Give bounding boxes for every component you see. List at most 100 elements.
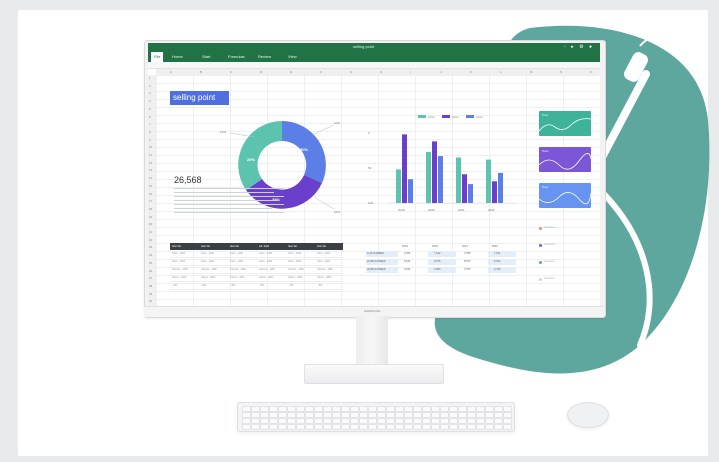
row-number[interactable]: 28 [149,284,152,288]
row-number[interactable]: 4 [149,99,151,103]
row-number[interactable]: 3 [149,91,151,95]
row-number[interactable]: 16 [149,192,152,196]
row-number[interactable]: 14 [149,176,152,180]
table-cell: Xxxxxx - 10% [230,268,246,271]
tab-home[interactable]: Home [172,54,183,59]
row-number[interactable]: 26 [149,269,152,273]
title-bar: selling point ◦ ▸ ⚙ ● [148,43,600,51]
table-cell: Xxxx - 10% [259,260,273,263]
keyboard-key [323,424,332,430]
table-row: Xxxxx - 10% Xxxxx - 10% Xxxxx - 10% Xxxx… [170,274,343,282]
row-number[interactable]: 5 [149,107,151,111]
table-cell: Xxxxx - 10% [201,276,216,279]
row-number[interactable]: 10 [149,145,152,149]
y-tick-label: 0 [368,131,370,135]
donut-callout: 10% [334,210,340,214]
keyboard-key [440,424,449,430]
donut-callout: 10% [220,130,226,134]
monitor-stand-neck [356,316,388,368]
tab-view[interactable]: View [288,54,297,59]
window-controls-icon[interactable]: ◦ ▸ ⚙ ● [564,44,594,50]
mini-card-blue: Xxxx [539,183,591,208]
keyboard-key [476,424,485,430]
table-cell: 8,975 [434,260,441,263]
keyboard [237,402,515,432]
donut-label: 30% [300,147,308,152]
text-line [174,200,278,202]
year-header: 2019 [402,245,408,248]
tab-review[interactable]: Review [258,54,271,59]
keyboard-key [404,424,413,430]
sheet-heading: selling point [170,91,229,105]
table-row-label: 1Q3 NUMBER [366,251,398,257]
row-number[interactable]: 24 [149,253,152,257]
keyboard-key [314,424,323,430]
row-number[interactable]: 1 [149,76,151,80]
table-cell: Xxxx - 10% [317,260,331,263]
table-cell: 7,542 [434,252,441,255]
table-row-label: 2Q4B NUMBER [366,259,398,265]
row-number[interactable]: 18 [149,207,152,211]
table-cell: Xxxxxx - 10% [201,268,217,271]
table-cell: 5,542 [494,260,501,263]
keyboard-key [260,424,269,430]
year-header: 2021 [462,245,468,248]
table-cell: Xxxx - 10% [230,260,244,263]
keyboard-key [350,424,359,430]
highlight-cell [488,259,516,265]
row-number[interactable]: 20 [149,222,152,226]
table-row-label: 3Q4B NUMBER [366,267,398,273]
row-number[interactable]: 15 [149,184,152,188]
screen: selling point ◦ ▸ ⚙ ● File Home Start Fo… [148,43,600,307]
row-number[interactable]: 12 [149,161,152,165]
keyboard-key [449,424,458,430]
row-number[interactable]: 25 [149,261,152,265]
table-cell: Xxxx - 10% [230,252,244,255]
tab-file[interactable]: File [151,52,164,62]
table-cell: 8,574 [464,260,471,263]
row-number[interactable]: 30 [149,299,152,303]
row-number[interactable]: 9 [149,138,151,142]
legend-swatch [466,115,474,118]
row-number[interactable]: 13 [149,168,152,172]
legend-swatch [418,115,426,118]
legend-label: Xxxx [476,115,483,119]
row-number[interactable]: 21 [149,230,152,234]
table-cell: - 7% [288,284,294,287]
row-number[interactable]: 19 [149,215,152,219]
mini-card-teal: Xxxx [539,111,591,136]
row-number[interactable]: 7 [149,122,151,126]
table-cell: Xxxxx - 10% [259,276,274,279]
row-number[interactable]: 29 [149,292,152,296]
stage: selling point ◦ ▸ ⚙ ● File Home Start Fo… [0,0,719,462]
bar [432,141,437,203]
table-cell: Xxxxxx - 10% [288,268,304,271]
legend-label: Xxxx [428,115,435,119]
table-cell: Xxxxxx - 10% [259,268,275,271]
keyboard-key [494,424,503,430]
row-label: 2Q4B NUMBER [367,260,386,263]
bar [396,169,401,203]
legend-swatch [442,115,450,118]
row-number[interactable]: 17 [149,199,152,203]
row-number[interactable]: 23 [149,245,152,249]
row-number[interactable]: 11 [149,153,152,157]
y-tick-label: 100 [368,201,373,205]
keyboard-key [467,424,476,430]
row-number[interactable]: 6 [149,115,151,119]
row-number[interactable]: 2 [149,84,151,88]
table-cell: - 5% [230,284,236,287]
table-cell: Xxxx - 10% [201,252,215,255]
tab-start[interactable]: Start [202,54,210,59]
row-number[interactable]: 22 [149,238,152,242]
y-tick-label: 50 [368,166,372,170]
table-header-cell: Item list [230,245,239,248]
tab-formulas[interactable]: Formulas [228,54,245,59]
table-row: Xxxxxx - 10% Xxxxxx - 10% Xxxxxx - 10% X… [170,266,343,274]
ribbon: File Home Start Formulas Review View [148,51,600,62]
row-number[interactable]: 8 [149,130,151,134]
formula-bar[interactable] [148,62,600,69]
row-number[interactable]: 27 [149,276,152,280]
table-cell: Xxxx - 10% [201,260,215,263]
table-cell: - 5% [172,284,178,287]
